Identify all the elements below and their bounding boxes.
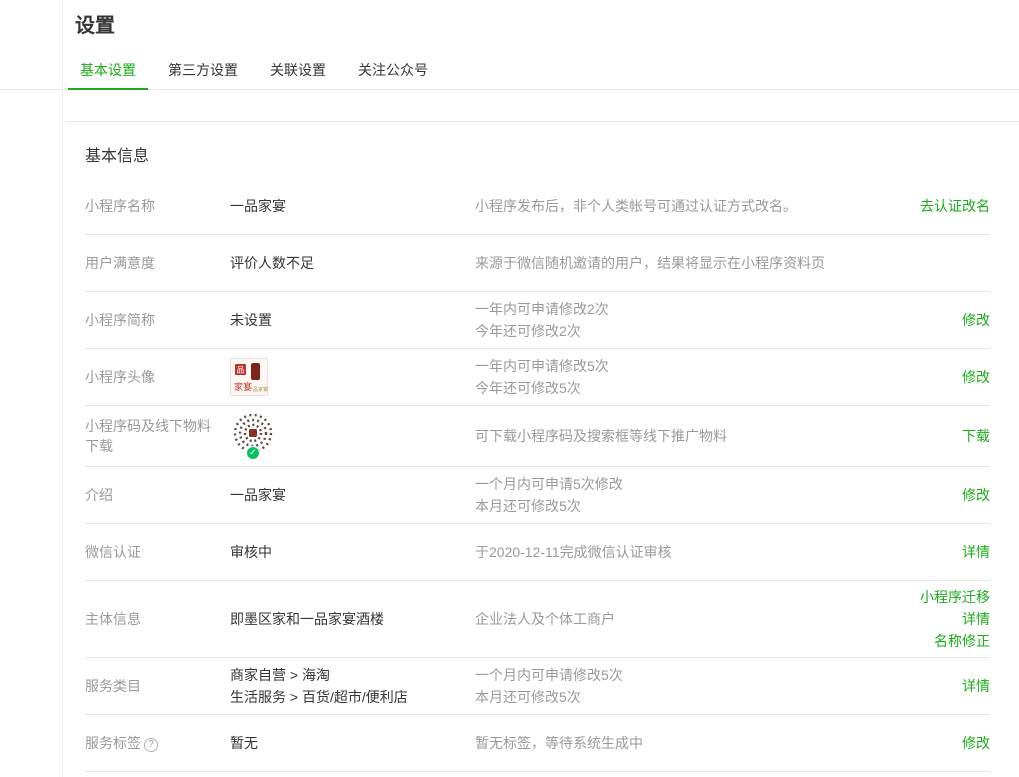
modify-avatar-link[interactable]: 修改 bbox=[962, 367, 990, 387]
row-actions: 去认证改名 bbox=[890, 196, 990, 216]
verified-check-icon: ✓ bbox=[246, 446, 260, 460]
row-actions: 修改 bbox=[890, 485, 990, 505]
row-actions: 下载 bbox=[890, 426, 990, 446]
row-value: 评价人数不足 bbox=[230, 255, 314, 271]
row-value: 商家自营 > 海淘 生活服务 > 百货/超市/便利店 bbox=[230, 664, 475, 708]
svg-text:品: 品 bbox=[237, 366, 245, 375]
row-description: 一个月内可申请5次修改 本月还可修改5次 bbox=[475, 473, 890, 517]
row-label: 小程序简称 bbox=[85, 312, 155, 328]
row-value: 暂无 bbox=[230, 735, 258, 751]
tab-association-settings[interactable]: 关联设置 bbox=[258, 54, 338, 90]
desc-line: 企业法人及个体工商户 bbox=[475, 611, 615, 627]
desc-line: 本月还可修改5次 bbox=[475, 689, 581, 705]
subject-details-link[interactable]: 详情 bbox=[962, 609, 990, 629]
row-description: 来源于微信随机邀请的用户，结果将显示在小程序资料页 bbox=[475, 252, 890, 274]
row-label: 小程序名称 bbox=[85, 198, 155, 214]
row-mini-program-avatar: 小程序头像 品 家宴 一品家宴 一年内可申请修改5次 今年还可修改5次 修改 bbox=[85, 349, 990, 406]
row-value: ✓ bbox=[230, 412, 475, 460]
page-left-divider bbox=[62, 0, 63, 777]
row-service-category: 服务类目 商家自营 > 海淘 生活服务 > 百货/超市/便利店 一个月内可申请修… bbox=[85, 658, 990, 715]
row-qr-code-material: 小程序码及线下物料下载 ✓ 可下载小程序码及搜索框等线下推广物料 下载 bbox=[85, 406, 990, 467]
row-actions: 详情 bbox=[890, 676, 990, 696]
row-actions: 修改 bbox=[890, 733, 990, 753]
page-header: 设置 bbox=[0, 0, 1019, 40]
row-label: 服务标签? bbox=[85, 733, 230, 753]
tab-basic-settings[interactable]: 基本设置 bbox=[68, 54, 148, 90]
row-description: 一个月内可申请修改5次 本月还可修改5次 bbox=[475, 664, 890, 708]
category-details-link[interactable]: 详情 bbox=[962, 676, 990, 696]
row-label: 用户满意度 bbox=[85, 255, 155, 271]
row-value: 未设置 bbox=[230, 312, 272, 328]
settings-tab-bar: 基本设置 第三方设置 关联设置 关注公众号 bbox=[0, 54, 1019, 90]
mini-program-migration-link[interactable]: 小程序迁移 bbox=[920, 587, 990, 607]
desc-line: 来源于微信随机邀请的用户，结果将显示在小程序资料页 bbox=[475, 255, 825, 271]
row-value: 即墨区家和一品家宴酒楼 bbox=[230, 611, 384, 627]
name-correction-link[interactable]: 名称修正 bbox=[934, 631, 990, 651]
desc-line: 今年还可修改2次 bbox=[475, 323, 581, 339]
row-label: 微信认证 bbox=[85, 544, 141, 560]
row-label: 小程序码及线下物料下载 bbox=[85, 418, 211, 454]
desc-line: 一个月内可申请5次修改 bbox=[475, 476, 623, 492]
desc-line: 暂无标签，等待系统生成中 bbox=[475, 735, 643, 751]
row-wechat-verification: 微信认证 审核中 于2020-12-11完成微信认证审核 详情 bbox=[85, 524, 990, 581]
desc-line: 一年内可申请修改2次 bbox=[475, 301, 609, 317]
row-service-tag: 服务标签? 暂无 暂无标签，等待系统生成中 修改 bbox=[85, 715, 990, 772]
verification-details-link[interactable]: 详情 bbox=[962, 542, 990, 562]
row-label: 主体信息 bbox=[85, 611, 141, 627]
desc-line: 一年内可申请修改5次 bbox=[475, 358, 609, 374]
row-description: 暂无标签，等待系统生成中 bbox=[475, 732, 890, 754]
row-label: 小程序头像 bbox=[85, 369, 155, 385]
modify-service-tag-link[interactable]: 修改 bbox=[962, 733, 990, 753]
row-introduction: 介绍 一品家宴 一个月内可申请5次修改 本月还可修改5次 修改 bbox=[85, 467, 990, 524]
row-mini-program-name: 小程序名称 一品家宴 小程序发布后，非个人类帐号可通过认证方式改名。 去认证改名 bbox=[85, 178, 990, 235]
row-value: 一品家宴 bbox=[230, 198, 286, 214]
row-description: 一年内可申请修改2次 今年还可修改2次 bbox=[475, 298, 890, 342]
value-line: 商家自营 > 海淘 bbox=[230, 667, 330, 683]
modify-abbreviation-link[interactable]: 修改 bbox=[962, 310, 990, 330]
row-description: 一年内可申请修改5次 今年还可修改5次 bbox=[475, 355, 890, 399]
value-line: 生活服务 > 百货/超市/便利店 bbox=[230, 689, 408, 705]
mini-program-avatar-image: 品 家宴 一品家宴 bbox=[230, 358, 268, 396]
basic-info-card: 基本信息 小程序名称 一品家宴 小程序发布后，非个人类帐号可通过认证方式改名。 … bbox=[66, 121, 1019, 772]
row-mini-program-abbreviation: 小程序简称 未设置 一年内可申请修改2次 今年还可修改2次 修改 bbox=[85, 292, 990, 349]
svg-text:一品家宴: 一品家宴 bbox=[248, 386, 268, 393]
row-label: 服务类目 bbox=[85, 678, 141, 694]
desc-line: 本月还可修改5次 bbox=[475, 498, 581, 514]
row-actions: 修改 bbox=[890, 310, 990, 330]
row-user-satisfaction: 用户满意度 评价人数不足 来源于微信随机邀请的用户，结果将显示在小程序资料页 bbox=[85, 235, 990, 292]
page-title: 设置 bbox=[75, 15, 115, 37]
row-description: 企业法人及个体工商户 bbox=[475, 608, 890, 630]
modify-introduction-link[interactable]: 修改 bbox=[962, 485, 990, 505]
desc-line: 可下载小程序码及搜索框等线下推广物料 bbox=[475, 428, 727, 444]
row-subject-info: 主体信息 即墨区家和一品家宴酒楼 企业法人及个体工商户 小程序迁移 详情 名称修… bbox=[85, 581, 990, 658]
row-actions: 小程序迁移 详情 名称修正 bbox=[890, 587, 990, 651]
row-description: 于2020-12-11完成微信认证审核 bbox=[475, 541, 890, 563]
desc-line: 一个月内可申请修改5次 bbox=[475, 667, 623, 683]
help-icon[interactable]: ? bbox=[144, 738, 158, 752]
row-value: 品 家宴 一品家宴 bbox=[230, 358, 475, 396]
row-actions: 详情 bbox=[890, 542, 990, 562]
section-heading: 基本信息 bbox=[85, 148, 150, 165]
download-material-link[interactable]: 下载 bbox=[962, 426, 990, 446]
verify-rename-link[interactable]: 去认证改名 bbox=[920, 196, 990, 216]
row-value: 审核中 bbox=[230, 544, 272, 560]
desc-line: 今年还可修改5次 bbox=[475, 380, 581, 396]
tab-follow-official-account[interactable]: 关注公众号 bbox=[346, 54, 440, 90]
desc-line: 小程序发布后，非个人类帐号可通过认证方式改名。 bbox=[475, 198, 797, 214]
row-label: 介绍 bbox=[85, 487, 113, 503]
row-actions: 修改 bbox=[890, 367, 990, 387]
row-label-text: 服务标签 bbox=[85, 735, 141, 751]
desc-line: 于2020-12-11完成微信认证审核 bbox=[475, 544, 672, 560]
row-description: 可下载小程序码及搜索框等线下推广物料 bbox=[475, 425, 890, 447]
row-value: 一品家宴 bbox=[230, 487, 286, 503]
tab-third-party-settings[interactable]: 第三方设置 bbox=[156, 54, 250, 90]
row-description: 小程序发布后，非个人类帐号可通过认证方式改名。 bbox=[475, 195, 890, 217]
mini-program-qr-code-image: ✓ bbox=[230, 412, 276, 460]
